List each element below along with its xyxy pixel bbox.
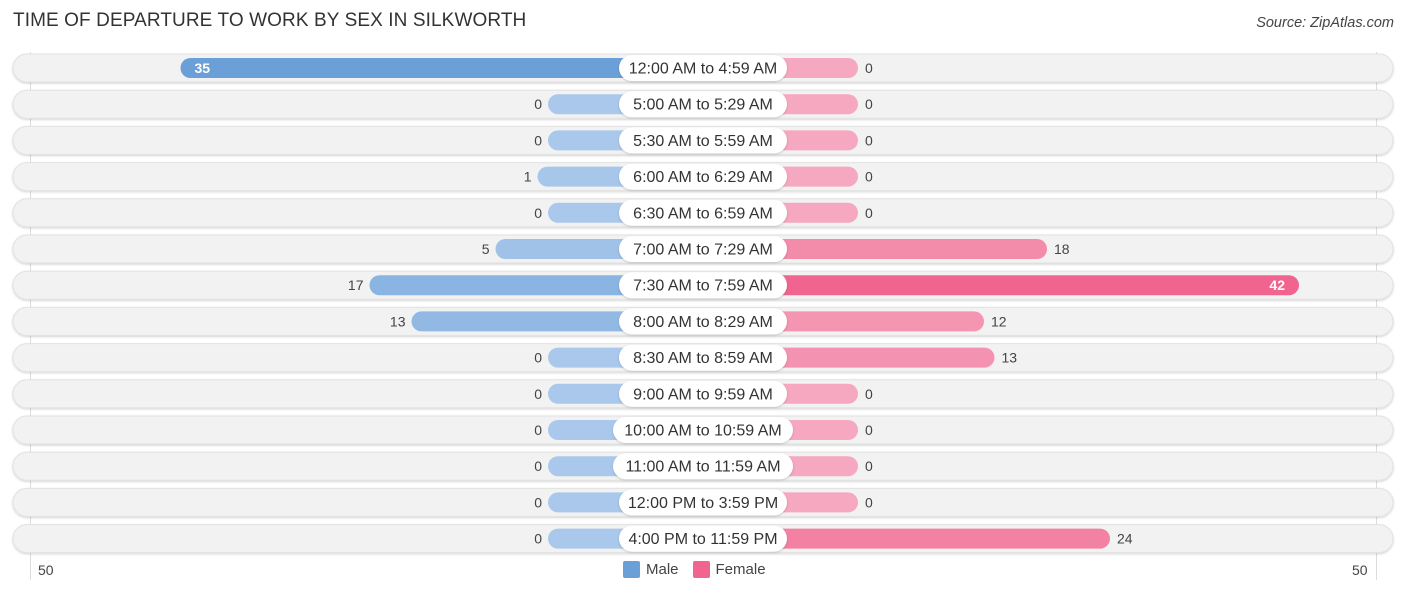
category-label: 8:30 AM to 8:59 AM bbox=[633, 350, 773, 367]
category-label: 4:00 PM to 11:59 PM bbox=[628, 531, 777, 548]
value-label-female: 0 bbox=[865, 494, 873, 510]
value-label-male: 0 bbox=[534, 386, 542, 402]
value-label-male: 0 bbox=[534, 422, 542, 438]
legend-label-female: Female bbox=[715, 561, 766, 578]
chart-plot: 12:00 AM to 4:59 AM 35 0 5:00 AM to 5:29 AM… bbox=[12, 53, 1394, 554]
category-label: 5:30 AM to 5:59 AM bbox=[633, 133, 773, 150]
axis-right-max-label: 50 bbox=[1352, 562, 1368, 578]
category-label: 8:00 AM to 8:29 AM bbox=[633, 314, 773, 331]
value-label-male: 17 bbox=[348, 277, 364, 293]
bar-female bbox=[703, 275, 1299, 296]
legend-swatch-male bbox=[623, 561, 640, 578]
legend-label-male: Male bbox=[646, 561, 679, 578]
value-label-male: 35 bbox=[195, 60, 211, 76]
value-label-male: 0 bbox=[534, 96, 542, 112]
category-label: 12:00 AM to 4:59 AM bbox=[629, 61, 778, 78]
value-label-male: 1 bbox=[524, 169, 532, 185]
value-label-female: 0 bbox=[865, 205, 873, 221]
value-label-female: 18 bbox=[1054, 241, 1070, 257]
axis-left-max-label: 50 bbox=[38, 562, 54, 578]
value-label-male: 0 bbox=[534, 531, 542, 547]
category-label: 6:30 AM to 6:59 AM bbox=[633, 205, 773, 222]
legend-item-female[interactable]: Female bbox=[692, 561, 766, 578]
legend: Male Female bbox=[623, 561, 780, 578]
legend-item-male[interactable]: Male bbox=[623, 561, 679, 578]
value-label-female: 0 bbox=[865, 169, 873, 185]
category-label: 6:00 AM to 6:29 AM bbox=[633, 169, 773, 186]
value-label-female: 12 bbox=[991, 313, 1007, 329]
value-label-female: 24 bbox=[1117, 531, 1133, 547]
category-label: 9:00 AM to 9:59 AM bbox=[633, 386, 773, 403]
value-label-male: 0 bbox=[534, 458, 542, 474]
value-label-female: 13 bbox=[1002, 350, 1018, 366]
value-label-female: 42 bbox=[1269, 277, 1285, 293]
value-label-female: 0 bbox=[865, 422, 873, 438]
category-label: 7:00 AM to 7:29 AM bbox=[633, 242, 773, 259]
category-label: 12:00 PM to 3:59 PM bbox=[628, 495, 778, 512]
value-label-male: 0 bbox=[534, 494, 542, 510]
value-label-male: 5 bbox=[482, 241, 490, 257]
value-label-male: 0 bbox=[534, 132, 542, 148]
value-label-female: 0 bbox=[865, 60, 873, 76]
legend-swatch-female bbox=[692, 561, 710, 578]
value-label-male: 0 bbox=[534, 350, 542, 366]
category-label: 11:00 AM to 11:59 AM bbox=[625, 459, 780, 476]
value-label-female: 0 bbox=[865, 458, 873, 474]
value-label-female: 0 bbox=[865, 132, 873, 148]
category-label: 5:00 AM to 5:29 AM bbox=[633, 97, 773, 114]
value-label-male: 0 bbox=[534, 205, 542, 221]
value-label-female: 0 bbox=[865, 96, 873, 112]
value-label-male: 13 bbox=[390, 313, 406, 329]
category-label: 7:30 AM to 7:59 AM bbox=[633, 278, 773, 295]
category-label: 10:00 AM to 10:59 AM bbox=[624, 423, 781, 440]
value-label-female: 0 bbox=[865, 386, 873, 402]
